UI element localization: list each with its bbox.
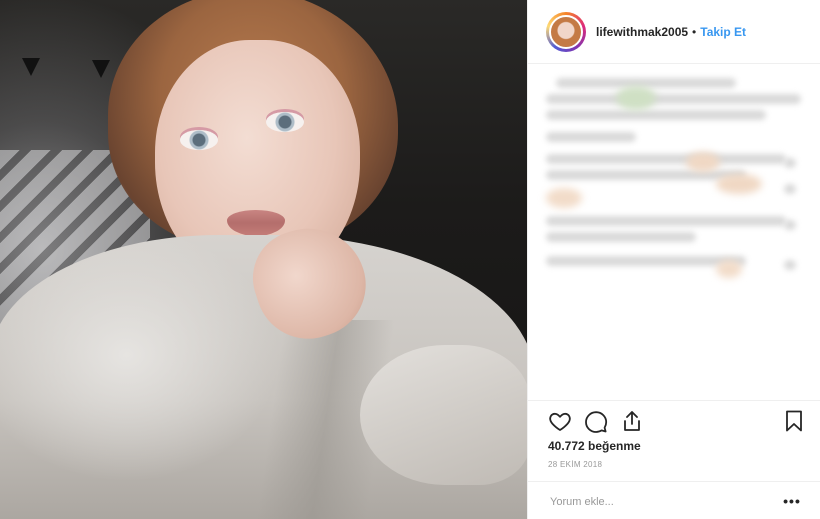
- action-bar: [528, 400, 820, 438]
- heart-icon[interactable]: [548, 409, 572, 433]
- post-header: lifewithmak2005 • Takip Et: [528, 0, 820, 64]
- story-ring[interactable]: [546, 11, 586, 52]
- separator-dot: •: [692, 24, 697, 39]
- post-photo[interactable]: [0, 0, 527, 519]
- left-eye: [180, 130, 218, 150]
- wall-pennant: [92, 60, 110, 78]
- post-sidebar: lifewithmak2005 • Takip Et 40.772 beğenm…: [527, 0, 820, 519]
- more-options-button[interactable]: •••: [780, 491, 804, 511]
- share-icon[interactable]: [620, 409, 644, 433]
- instagram-post: lifewithmak2005 • Takip Et 40.772 beğenm…: [0, 0, 820, 519]
- right-eye: [266, 112, 304, 132]
- post-date: 28 EKİM 2018: [548, 460, 603, 469]
- bookmark-icon[interactable]: [782, 409, 806, 433]
- comment-input[interactable]: [548, 491, 772, 513]
- likes-count[interactable]: 40.772 beğenme: [548, 439, 641, 453]
- blurred-comments: [546, 70, 808, 390]
- robe-sleeve: [360, 345, 527, 485]
- comment-bubble-icon[interactable]: [584, 409, 608, 433]
- wall-pennant: [22, 58, 40, 76]
- add-comment-bar: •••: [528, 481, 820, 519]
- follow-button[interactable]: Takip Et: [700, 25, 746, 39]
- username-link[interactable]: lifewithmak2005: [596, 25, 688, 39]
- avatar[interactable]: [549, 14, 583, 49]
